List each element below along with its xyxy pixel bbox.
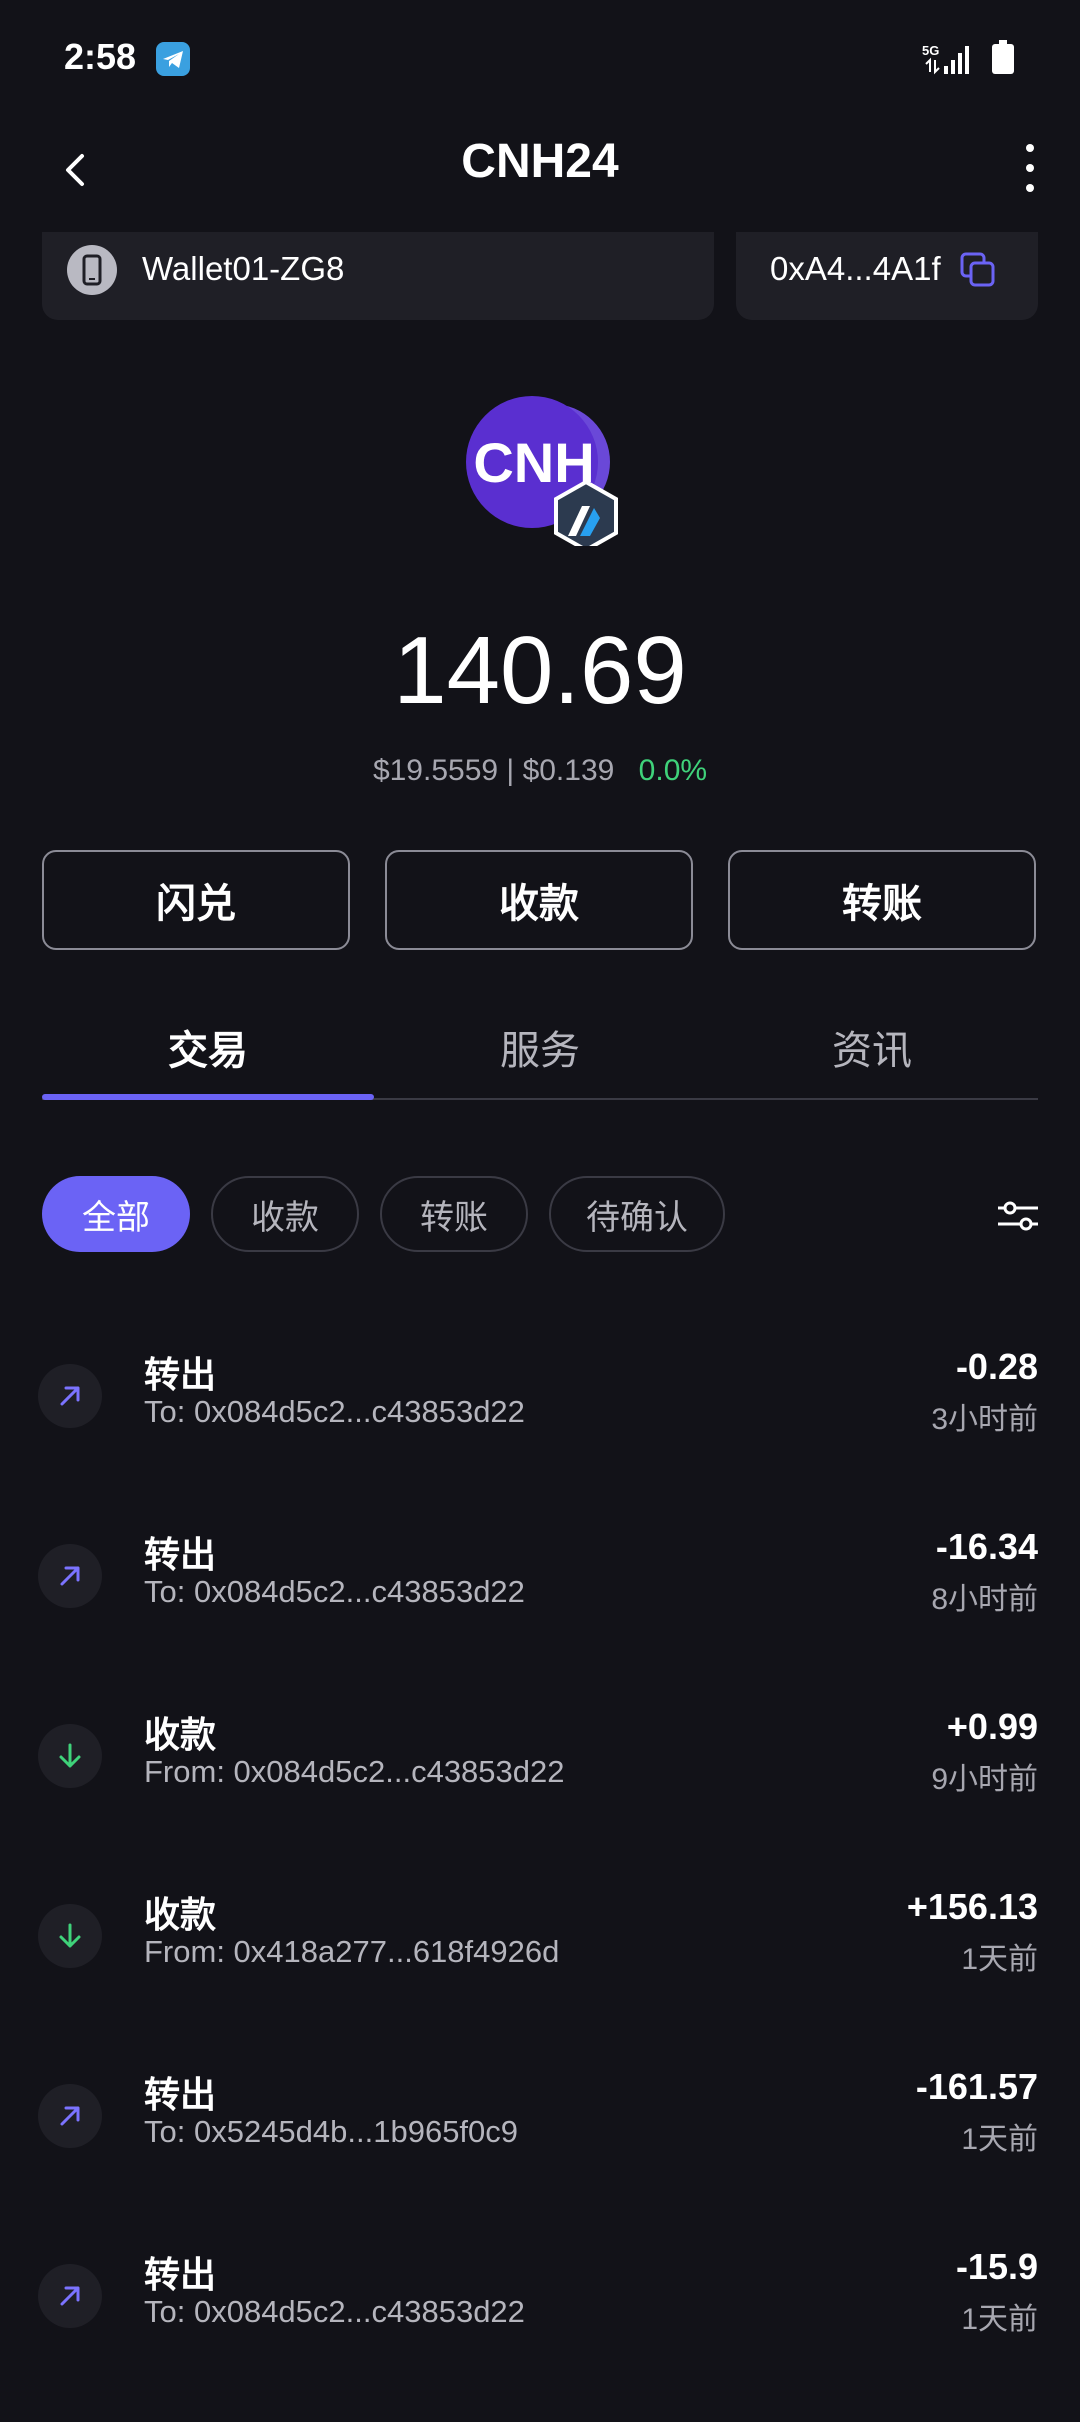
signal-icon: 5G [922, 42, 974, 76]
transaction-address: To: 0x084d5c2...c43853d22 [144, 2294, 525, 2329]
token-logo-text: CNH [473, 431, 594, 494]
transaction-time: 3小时前 [931, 1403, 1038, 1436]
transaction-time: 1天前 [961, 2123, 1038, 2156]
transaction-row[interactable]: 转出 To: 0x084d5c2...c43853d22 -15.9 1天前 [0, 2242, 1080, 2422]
arrow-up-right-icon [38, 2084, 102, 2148]
arrow-up-right-icon [38, 1364, 102, 1428]
transaction-amount: +0.99 [946, 1706, 1038, 1747]
arrow-down-icon [38, 1724, 102, 1788]
filter-receive[interactable]: 收款 [211, 1176, 359, 1252]
transaction-amount: -16.34 [935, 1526, 1038, 1567]
transaction-row[interactable]: 收款 From: 0x418a277...618f4926d +156.13 1天前 [0, 1882, 1080, 2062]
battery-icon [992, 40, 1014, 76]
arrow-up-right-icon [38, 1544, 102, 1608]
transaction-type: 转出 [144, 1354, 217, 1395]
transaction-time: 9小时前 [931, 1763, 1038, 1796]
phone-icon [67, 245, 117, 295]
wallet-name: Wallet01-ZG8 [142, 250, 345, 287]
token-price: $0.139 [522, 754, 615, 787]
receive-button[interactable]: 收款 [385, 850, 693, 950]
sliders-icon[interactable] [996, 1194, 1040, 1238]
tab-services[interactable]: 服务 [374, 1018, 706, 1076]
transaction-row[interactable]: 转出 To: 0x084d5c2...c43853d22 -16.34 8小时前 [0, 1522, 1080, 1702]
transaction-type: 转出 [144, 1534, 217, 1575]
value-separator: | [506, 754, 515, 787]
tab-active-indicator [42, 1094, 374, 1100]
telegram-icon [156, 42, 190, 76]
filter-pending[interactable]: 待确认 [549, 1176, 725, 1252]
transaction-time: 1天前 [961, 2303, 1038, 2336]
fiat-value: $19.5559 [372, 754, 499, 787]
transaction-address: From: 0x084d5c2...c43853d22 [144, 1754, 565, 1789]
transaction-time: 8小时前 [931, 1583, 1038, 1616]
tab-news[interactable]: 资讯 [706, 1018, 1038, 1076]
transaction-row[interactable]: 转出 To: 0x5245d4b...1b965f0c9 -161.57 1天前 [0, 2062, 1080, 2242]
transaction-type: 收款 [144, 1894, 217, 1935]
arrow-up-right-icon [38, 2264, 102, 2328]
transaction-address: To: 0x5245d4b...1b965f0c9 [144, 2114, 519, 2149]
transaction-amount: -161.57 [915, 2066, 1038, 2107]
token-logo: CNH [456, 396, 626, 553]
filter-all[interactable]: 全部 [42, 1176, 190, 1252]
token-balance: 140.69 [393, 617, 687, 724]
transaction-address: To: 0x084d5c2...c43853d22 [144, 1394, 525, 1429]
tab-transactions[interactable]: 交易 [42, 1018, 374, 1076]
swap-button[interactable]: 闪兑 [42, 850, 350, 950]
transaction-amount: -0.28 [955, 1346, 1038, 1387]
status-time: 2:58 [64, 36, 137, 77]
page-title: CNH24 [461, 135, 619, 188]
price-change: 0.0% [638, 754, 708, 787]
transaction-address: To: 0x084d5c2...c43853d22 [144, 1574, 525, 1609]
send-button[interactable]: 转账 [728, 850, 1036, 950]
token-value-line: $19.5559 | $0.139 0.0% [200, 754, 880, 788]
copy-icon[interactable] [958, 250, 998, 290]
arrow-down-icon [38, 1904, 102, 1968]
chevron-left-icon [66, 154, 84, 186]
more-button[interactable] [1010, 138, 1050, 198]
status-bar: 2:58 5G [0, 0, 1080, 120]
transaction-amount: -15.9 [955, 2246, 1038, 2287]
back-button[interactable] [56, 140, 100, 200]
wallet-address: 0xA4...4A1f [770, 250, 941, 287]
more-vertical-icon [1026, 144, 1034, 192]
transaction-amount: +156.13 [906, 1886, 1038, 1927]
transaction-type: 收款 [144, 1714, 217, 1755]
transaction-type: 转出 [144, 2074, 217, 2115]
filter-send[interactable]: 转账 [380, 1176, 528, 1252]
transaction-row[interactable]: 收款 From: 0x084d5c2...c43853d22 +0.99 9小时前 [0, 1702, 1080, 1882]
transaction-row[interactable]: 转出 To: 0x084d5c2...c43853d22 -0.28 3小时前 [0, 1342, 1080, 1522]
transaction-time: 1天前 [961, 1943, 1038, 1976]
transaction-type: 转出 [144, 2254, 217, 2295]
network-label: 5G [922, 43, 939, 58]
transaction-address: From: 0x418a277...618f4926d [144, 1934, 560, 1969]
